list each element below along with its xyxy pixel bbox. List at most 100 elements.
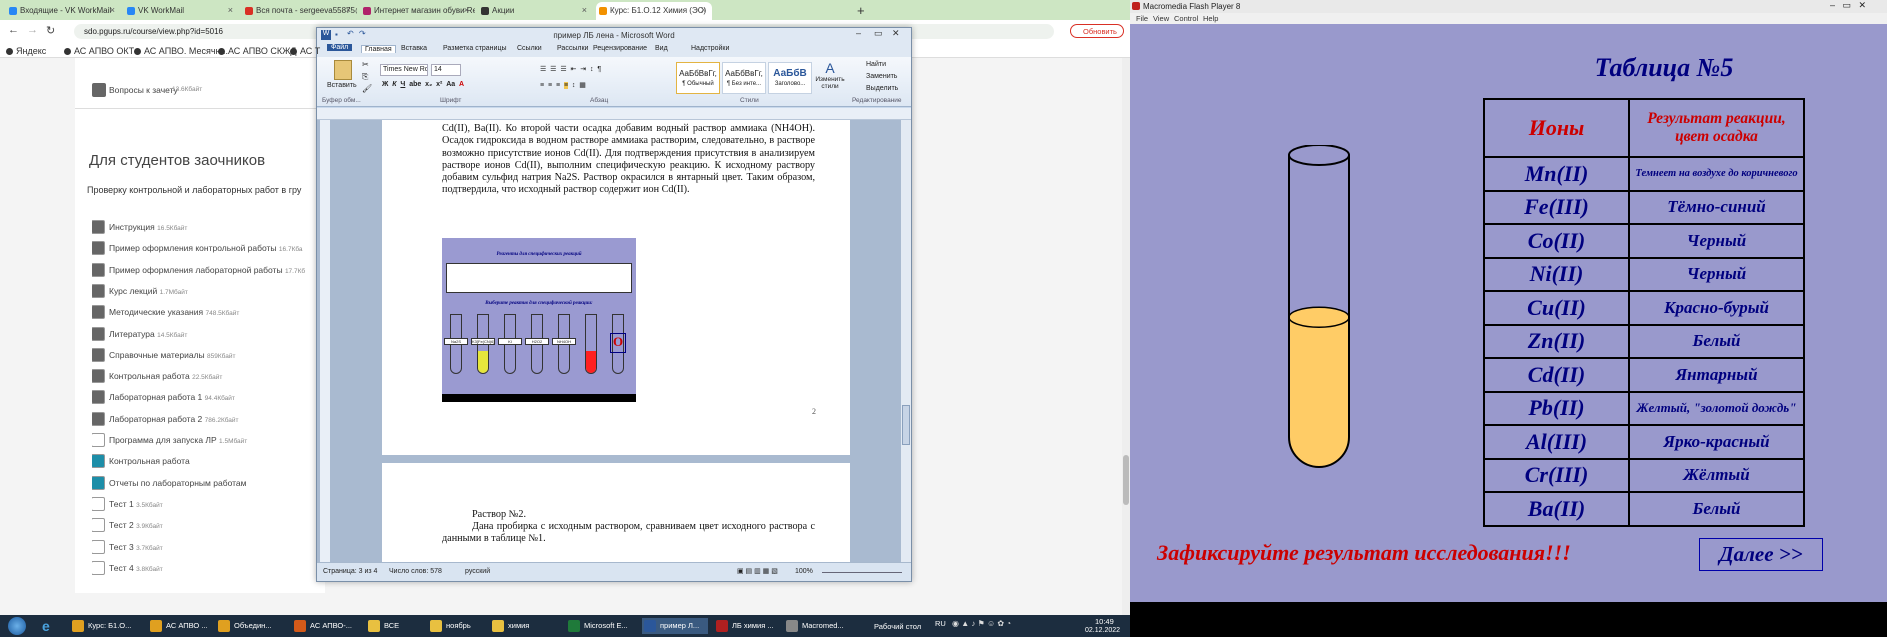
ribbon-tab[interactable]: Разметка страницы <box>443 45 507 52</box>
status-words[interactable]: Число слов: 578 <box>389 568 442 575</box>
back-icon[interactable]: ← <box>8 24 19 36</box>
word-window-controls[interactable]: – ▭ ✕ <box>854 28 909 42</box>
course-resource[interactable]: Лабораторная работа 2 786.2Кбайт <box>92 411 325 428</box>
course-resource[interactable]: Контрольная работа <box>92 454 325 470</box>
tab-close-icon[interactable]: × <box>346 5 351 15</box>
course-resource[interactable]: Тест 1 3.5Кбайт <box>92 496 325 513</box>
taskbar-item[interactable]: АС АПВО-... <box>292 618 360 634</box>
font-format-buttons[interactable]: Ж К Ч abe x₂ x² Aa A <box>382 81 464 88</box>
page1-paragraph[interactable]: Cd(II), Ba(II). Ко второй части осадка д… <box>442 123 815 197</box>
browser-tab[interactable]: VK WorkMail × <box>124 2 239 20</box>
tab-close-icon[interactable]: × <box>228 5 233 15</box>
tab-close-icon[interactable]: × <box>110 5 115 15</box>
tab-close-icon[interactable]: × <box>582 5 587 15</box>
browser-tab[interactable]: Вся почта - sergeeva55875@gm× <box>242 2 357 20</box>
style-gallery-item[interactable]: АаБбВвГг, ¶ Обычный <box>676 62 720 94</box>
taskbar-item[interactable]: химия <box>490 618 558 634</box>
taskbar-item[interactable]: Курс: Б1.О... <box>70 618 142 634</box>
ribbon-tab[interactable]: Рассылки <box>557 45 588 52</box>
ribbon-tab[interactable]: Файл <box>327 44 353 51</box>
tab-close-icon[interactable]: × <box>464 5 469 15</box>
browser-tab[interactable]: Интернет магазин обуви Rendez× <box>360 2 475 20</box>
close-icon[interactable]: ✕ <box>892 28 900 39</box>
copy-icon[interactable]: ⎘ <box>362 72 368 82</box>
align-buttons[interactable]: ≡ ≡ ≡ ≡ ↕ ▦ <box>540 81 586 89</box>
ribbon-tab[interactable]: Рецензирование <box>593 45 647 52</box>
ribbon-tab[interactable]: Вид <box>655 45 668 52</box>
status-page[interactable]: Страница: 3 из 4 <box>323 568 377 575</box>
browser-tab[interactable]: Входящие - VK WorkMail × <box>6 2 121 20</box>
taskbar-item[interactable]: Microsoft E... <box>566 618 636 634</box>
browser-tab[interactable]: Курс: Б1.О.12 Химия (ЭС) × <box>596 2 712 20</box>
page-scrollbar[interactable] <box>1122 58 1130 615</box>
reload-icon[interactable]: ↻ <box>46 24 55 37</box>
bookmark-item[interactable]: Яндекс <box>6 46 46 56</box>
course-resource[interactable]: Инструкция 16.5Кбайт <box>92 220 325 236</box>
course-resource[interactable]: Справочные материалы 859Кбайт <box>92 347 325 364</box>
ribbon-tab[interactable]: Ссылки <box>517 45 542 52</box>
word-quick-access[interactable]: W ▪ ↶ ↷ <box>321 29 411 40</box>
flash-menu-item[interactable]: View <box>1153 14 1169 23</box>
minimize-icon[interactable]: – <box>856 28 861 38</box>
taskbar-item[interactable]: АС АПВО ... <box>148 618 212 634</box>
flash-menu-item[interactable]: File <box>1136 14 1148 23</box>
zoom-level[interactable]: 100% <box>795 568 813 575</box>
clock-time[interactable]: 10:49 <box>1095 617 1114 626</box>
word-scrollbar[interactable] <box>901 120 911 562</box>
taskbar-item[interactable]: Объедин... <box>216 618 286 634</box>
taskbar-item[interactable]: ВСЕ <box>366 618 422 634</box>
bookmark-item[interactable]: АС АПВО СКЖД <box>218 46 297 56</box>
view-buttons[interactable]: ▣ ▤ ▥ ▦ ▧ <box>737 567 778 575</box>
page2-paragraph[interactable]: Дана пробирка с исходным раствором, срав… <box>442 521 815 546</box>
font-size-select[interactable]: 14 <box>431 64 461 76</box>
course-resource[interactable]: Отчеты по лабораторным работам <box>92 475 325 492</box>
taskbar-item[interactable]: пример Л... <box>642 618 708 634</box>
course-resource[interactable]: Тест 2 3.9Кбайт <box>92 518 325 534</box>
ribbon-tab[interactable]: Надстройки <box>691 45 729 52</box>
start-button[interactable] <box>8 617 26 635</box>
ie-icon[interactable]: e <box>42 618 50 634</box>
format-painter-icon[interactable]: 🖌 <box>362 84 372 93</box>
style-gallery-item[interactable]: АаБбВвГг, ¶ Без инте... <box>722 62 766 94</box>
save-icon[interactable]: ▪ <box>335 30 338 39</box>
course-resource[interactable]: Тест 4 3.8Кбайт <box>92 560 325 577</box>
course-resource[interactable]: Методические указания 748.5Кбайт <box>92 305 325 321</box>
flash-window-controls[interactable]: – ▭ ✕ <box>1830 0 1866 11</box>
editing-command[interactable]: Найти <box>866 61 886 68</box>
course-resource[interactable]: Пример оформления контрольной работы 16.… <box>92 241 325 257</box>
clock-date[interactable]: 02.12.2022 <box>1085 627 1120 634</box>
taskbar-item[interactable]: ноябрь <box>428 618 484 634</box>
course-resource[interactable]: Литература 14.5Кбайт <box>92 326 325 343</box>
list-buttons[interactable]: ☰ ☰ ☰ ⇤ ⇥ ↕ ¶ <box>540 65 601 73</box>
cut-icon[interactable]: ✂ <box>362 60 369 69</box>
tray-icons[interactable]: ◉ ▲ ♪ ⚑ ☺ ✿ ◔ <box>952 619 1011 628</box>
bookmark-item[interactable]: АС АПВО. Месячн... <box>134 46 228 56</box>
forward-icon[interactable]: → <box>27 24 38 36</box>
page2-heading[interactable]: Раствор №2. <box>472 509 526 521</box>
flash-menu-item[interactable]: Help <box>1203 14 1218 23</box>
update-button[interactable]: Обновить <box>1070 24 1124 38</box>
maximize-icon[interactable]: ▭ <box>874 28 883 39</box>
taskbar-item[interactable]: Macromed... <box>784 618 862 634</box>
ribbon-tab[interactable]: Вставка <box>401 45 427 52</box>
course-resource[interactable]: Пример оформления лабораторной работы 17… <box>92 262 325 279</box>
change-styles-button[interactable]: A Изменить стили <box>812 60 848 90</box>
show-desktop-label[interactable]: Рабочий стол <box>874 622 921 631</box>
paste-button[interactable]: Вставить <box>327 82 357 89</box>
editing-command[interactable]: Выделить <box>866 85 898 92</box>
status-lang[interactable]: русский <box>465 568 490 575</box>
course-resource[interactable]: Курс лекций 1.7Мбайт <box>92 283 325 300</box>
flash-menu-item[interactable]: Control <box>1174 14 1198 23</box>
course-resource[interactable]: Контрольная работа 22.5Кбайт <box>92 369 325 385</box>
ribbon-tab[interactable]: Главная <box>361 45 396 53</box>
bookmark-item[interactable]: АС Т <box>290 46 320 56</box>
undo-icon[interactable]: ↶ <box>347 29 354 38</box>
course-resource[interactable]: Тест 3 3.7Кбайт <box>92 539 325 556</box>
course-resource[interactable]: Программа для запуска ЛР 1.5Мбайт <box>92 433 325 449</box>
tab-close-icon[interactable]: × <box>701 5 706 15</box>
browser-tab[interactable]: Акции × <box>478 2 593 20</box>
redo-icon[interactable]: ↷ <box>359 29 366 38</box>
course-resource[interactable]: Лабораторная работа 1 94.4Кбайт <box>92 390 325 406</box>
embedded-screenshot[interactable]: Реагенты для специфических реакций Выбер… <box>442 238 636 402</box>
language-indicator[interactable]: RU <box>935 619 946 628</box>
